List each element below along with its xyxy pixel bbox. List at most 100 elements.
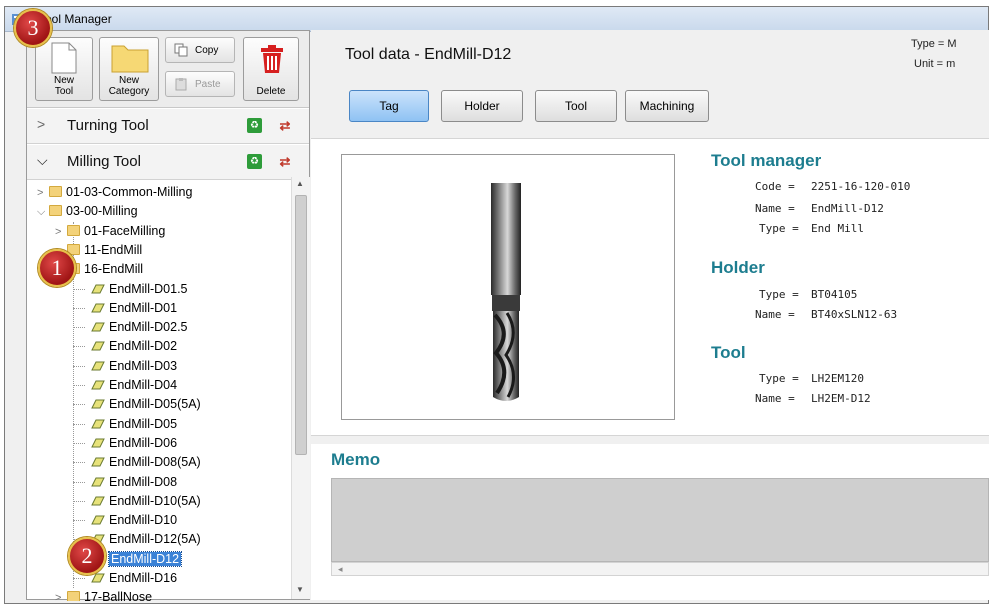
title-bar: Tool Manager [5, 7, 988, 32]
scroll-down-icon[interactable]: ▼ [296, 585, 304, 594]
tool-name-value: LH2EM-D12 [811, 392, 871, 405]
tree-folder-row[interactable]: >01-03-Common-Milling [37, 183, 192, 201]
tree-tool-row[interactable]: EndMill-D03 [73, 357, 177, 375]
tree-item-label: EndMill-D05 [109, 416, 178, 431]
tree-item-label: EndMill-D02.5 [109, 320, 188, 335]
memo-textarea[interactable] [331, 478, 989, 562]
end-mill-icon [91, 322, 105, 332]
chevron-right-icon[interactable]: > [55, 589, 67, 601]
tree-tool-row[interactable]: EndMill-D01.5 [73, 280, 188, 298]
tree-item-label: 03-00-Milling [66, 204, 138, 219]
tab-tool[interactable]: Tool [535, 90, 617, 122]
tree-item-label: EndMill-D16 [109, 571, 178, 585]
tree-item-label: 16-EndMill [84, 262, 144, 277]
new-category-label-1: New [118, 75, 139, 86]
chevron-right-icon[interactable]: > [55, 223, 67, 241]
unit-info: Unit = m [914, 58, 956, 70]
scroll-left-icon[interactable]: ◂ [338, 564, 343, 575]
tree-tool-row[interactable]: EndMill-D08(5A) [73, 453, 201, 471]
paste-button[interactable]: Paste [165, 71, 235, 97]
paste-label: Paste [195, 79, 221, 90]
type-info: Type = M [911, 38, 957, 50]
tab-bar: Tag Holder Tool Machining [311, 82, 989, 139]
tool-type-value: LH2EM120 [811, 372, 864, 385]
tool-image [341, 154, 675, 420]
end-mill-icon [91, 496, 105, 506]
tree-item-label: EndMill-D04 [109, 378, 178, 392]
import-export-icon[interactable]: ⇄ [277, 118, 293, 133]
memo-hscrollbar[interactable]: ◂ [331, 562, 989, 576]
tree-folder-row[interactable]: >01-FaceMilling [55, 222, 165, 240]
memo-heading: Memo [331, 450, 381, 469]
copy-button[interactable]: Copy [165, 37, 235, 63]
end-mill-icon [91, 515, 105, 525]
import-export-icon[interactable]: ⇄ [277, 154, 293, 169]
tree-tool-row[interactable]: EndMill-D05(5A) [73, 395, 201, 413]
tree-item-label: EndMill-D01.5 [109, 281, 188, 296]
tree-tool-row[interactable]: EndMill-D02 [73, 337, 177, 355]
tree-tool-row[interactable]: EndMill-D06 [73, 434, 178, 452]
tree-tool-row[interactable]: EndMill-D01 [73, 299, 177, 317]
tree-branch-line [73, 404, 85, 406]
tree-tool-row[interactable]: EndMill-D10(5A) [73, 492, 201, 510]
tree-branch-line [73, 327, 85, 329]
scroll-up-icon[interactable]: ▲ [296, 179, 304, 188]
annotation-badge-3: 3 [14, 9, 52, 47]
folder-icon [49, 186, 62, 197]
end-mill-icon [91, 284, 105, 293]
type-key: Type = [759, 222, 799, 235]
milling-tree: >01-03-Common-Milling ⌵ 03-00-Milling >01-F… [27, 177, 291, 601]
tree-item-label: 01-03-Common-Milling [66, 185, 193, 199]
tab-holder[interactable]: Holder [441, 90, 523, 122]
tool-name-key: Name = [755, 392, 795, 405]
tree-tool-row[interactable]: EndMill-D08 [73, 473, 177, 491]
folder-icon [67, 224, 80, 236]
toolbar: New Tool New Category Copy Paste Delete [27, 31, 309, 108]
end-mill-icon [91, 361, 105, 371]
end-mill-icon [91, 399, 105, 409]
tab-machining[interactable]: Machining [625, 90, 709, 122]
type-value: End Mill [811, 222, 864, 235]
holder-type-key: Type = [759, 288, 799, 301]
tree-branch-line [73, 500, 85, 502]
folder-icon [111, 45, 149, 73]
tree-branch-line [73, 442, 85, 444]
annotation-badge-2: 2 [68, 537, 106, 575]
paste-icon [175, 78, 187, 91]
tree-tool-row[interactable]: EndMill-D04 [73, 376, 178, 394]
tree-item-label: 01-FaceMilling [84, 223, 166, 238]
end-mill-icon [91, 419, 105, 429]
chevron-down-icon[interactable]: ⌵ [37, 203, 49, 221]
section-turning-tool[interactable]: > Turning Tool ♻ ⇄ [27, 109, 309, 144]
new-tool-button[interactable]: New Tool [35, 37, 93, 101]
scroll-thumb[interactable] [295, 195, 307, 455]
tree-tool-row[interactable]: EndMill-D02.5 [73, 318, 188, 336]
tree-item-label: EndMill-D06 [109, 435, 178, 450]
copy-label: Copy [195, 45, 219, 56]
end-mill-icon [91, 457, 105, 467]
section-turning-label: Turning Tool [67, 117, 149, 134]
tree-item-label: EndMill-D10 [109, 513, 178, 528]
tool-type-key: Type = [759, 372, 799, 385]
end-mill-image [491, 183, 521, 401]
chevron-down-icon: ⌵ [37, 152, 48, 168]
tree-item-label: EndMill-D10(5A) [109, 493, 201, 508]
section-milling-label: Milling Tool [67, 153, 141, 170]
tree-scrollbar[interactable]: ▲ ▼ [291, 177, 310, 599]
section-milling-tool[interactable]: ⌵ Milling Tool ♻ ⇄ [27, 145, 309, 180]
new-category-button[interactable]: New Category [99, 37, 159, 101]
recycle-icon[interactable]: ♻ [247, 154, 262, 169]
delete-label: Delete [256, 86, 286, 97]
new-tool-label-2: Tool [54, 86, 74, 97]
tree-folder-row[interactable]: >17-BallNose [55, 588, 152, 601]
tree-tool-row[interactable]: EndMill-D05 [73, 415, 178, 433]
tree-folder-row[interactable]: ⌵ 03-00-Milling [37, 202, 138, 220]
delete-button[interactable]: Delete [243, 37, 299, 101]
end-mill-icon [91, 477, 105, 486]
chevron-right-icon[interactable]: > [37, 184, 49, 202]
tree-item-label: 17-BallNose [84, 590, 153, 601]
tool-data-header: Tool data - EndMill-D12 Type = M Unit = … [311, 30, 989, 82]
recycle-icon[interactable]: ♻ [247, 118, 262, 133]
tree-tool-row[interactable]: EndMill-D10 [73, 511, 178, 529]
tab-tag[interactable]: Tag [349, 90, 429, 122]
